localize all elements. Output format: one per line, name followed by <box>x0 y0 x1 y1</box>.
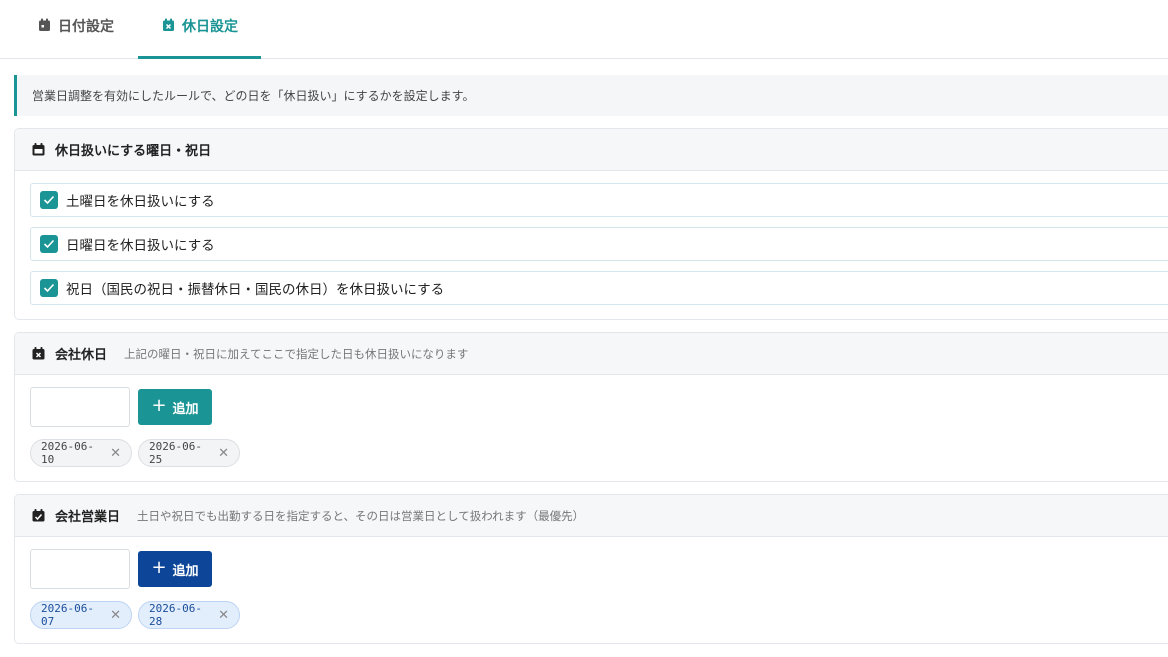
add-button-label: 追加 <box>172 401 199 417</box>
plus-icon: + <box>151 557 167 578</box>
checkbox-label: 日曜日を休日扱いにする <box>66 238 215 254</box>
workday-date-input[interactable] <box>30 549 130 589</box>
panel-title: 会社営業日 <box>55 510 121 525</box>
plus-icon: + <box>151 395 167 416</box>
chip-date: 2026-06-10 <box>41 440 94 466</box>
checkbox-label: 土曜日を休日扱いにする <box>66 194 215 210</box>
chip-date: 2026-06-07 <box>41 602 94 628</box>
workday-date-chip: 2026-06-28 ✕ <box>138 601 240 629</box>
calendar-x-icon <box>163 18 174 31</box>
tab-date-label: 日付設定 <box>58 19 114 35</box>
calendar-icon <box>39 18 50 31</box>
company-holiday-panel: 会社休日 上記の曜日・祝日に加えてここで指定した日も休日扱いになります + 追加… <box>14 332 1168 482</box>
calendar-x-icon <box>32 347 45 360</box>
panel-header: 会社営業日 土日や祝日でも出勤する日を指定すると、その日は営業日として扱われます… <box>15 495 1168 537</box>
remove-icon[interactable]: ✕ <box>110 608 121 623</box>
company-workday-panel: 会社営業日 土日や祝日でも出勤する日を指定すると、その日は営業日として扱われます… <box>14 494 1168 644</box>
chip-date: 2026-06-28 <box>149 602 202 628</box>
tab-date-settings[interactable]: 日付設定 <box>38 16 114 59</box>
panel-title: 休日扱いにする曜日・祝日 <box>55 144 212 159</box>
checkbox-checked[interactable] <box>40 235 58 253</box>
panel-subtitle: 土日や祝日でも出勤する日を指定すると、その日は営業日として扱われます（最優先） <box>137 508 585 523</box>
add-workday-button[interactable]: + 追加 <box>138 551 212 587</box>
tab-bar: 日付設定 休日設定 <box>0 0 1168 59</box>
weekday-holiday-panel: 休日扱いにする曜日・祝日 土曜日を休日扱いにする 日曜日を休日扱いにする 祝日（… <box>14 128 1168 320</box>
tab-holiday-settings[interactable]: 休日設定 <box>162 16 238 59</box>
active-tab-indicator <box>138 56 261 59</box>
saturday-holiday-checkbox[interactable]: 土曜日を休日扱いにする <box>30 183 1168 217</box>
info-notice: 営業日調整を有効にしたルールで、どの日を「休日扱い」にするかを設定します。 <box>14 75 1168 116</box>
holiday-date-input[interactable] <box>30 387 130 427</box>
calendar-icon <box>32 143 45 156</box>
add-button-label: 追加 <box>172 563 199 579</box>
chip-date: 2026-06-25 <box>149 440 202 466</box>
check-icon <box>43 239 55 249</box>
holiday-date-chip: 2026-06-25 ✕ <box>138 439 240 467</box>
workday-date-chip: 2026-06-07 ✕ <box>30 601 132 629</box>
calendar-check-icon <box>32 509 45 522</box>
sunday-holiday-checkbox[interactable]: 日曜日を休日扱いにする <box>30 227 1168 261</box>
info-notice-text: 営業日調整を有効にしたルールで、どの日を「休日扱い」にするかを設定します。 <box>32 89 475 103</box>
panel-header: 会社休日 上記の曜日・祝日に加えてここで指定した日も休日扱いになります <box>15 333 1168 375</box>
panel-subtitle: 上記の曜日・祝日に加えてここで指定した日も休日扱いになります <box>124 346 469 361</box>
checkbox-checked[interactable] <box>40 191 58 209</box>
checkbox-label: 祝日（国民の祝日・振替休日・国民の休日）を休日扱いにする <box>66 282 445 298</box>
checkbox-checked[interactable] <box>40 279 58 297</box>
remove-icon[interactable]: ✕ <box>218 446 229 461</box>
national-holiday-checkbox[interactable]: 祝日（国民の祝日・振替休日・国民の休日）を休日扱いにする <box>30 271 1168 305</box>
tab-holiday-label: 休日設定 <box>182 19 238 35</box>
remove-icon[interactable]: ✕ <box>110 446 121 461</box>
panel-title: 会社休日 <box>55 348 108 363</box>
panel-header: 休日扱いにする曜日・祝日 <box>15 129 1168 171</box>
add-holiday-button[interactable]: + 追加 <box>138 389 212 425</box>
check-icon <box>43 283 55 293</box>
check-icon <box>43 195 55 205</box>
remove-icon[interactable]: ✕ <box>218 608 229 623</box>
holiday-date-chip: 2026-06-10 ✕ <box>30 439 132 467</box>
